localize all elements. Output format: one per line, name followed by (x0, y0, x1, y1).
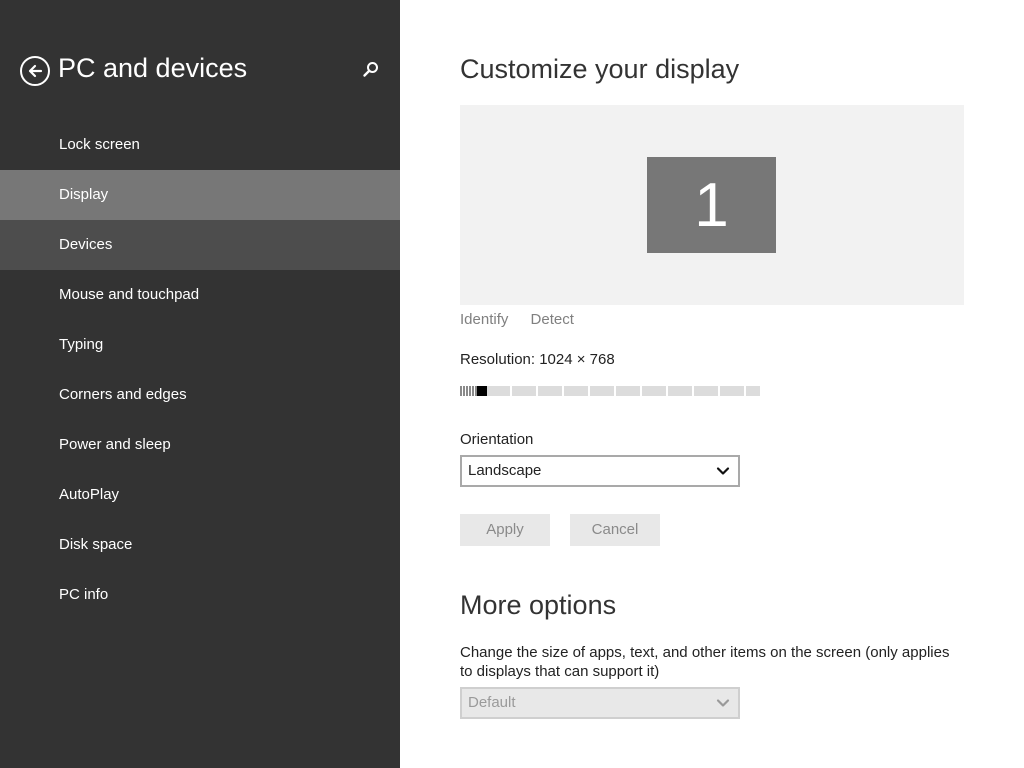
display-links: Identify Detect (460, 311, 592, 328)
orientation-label: Orientation (460, 431, 534, 448)
sidebar-title: PC and devices (58, 53, 248, 83)
scale-dropdown[interactable]: Default (460, 687, 740, 719)
sidebar-item-label: Display (59, 186, 109, 203)
sidebar-item-lock-screen[interactable]: Lock screen (0, 120, 400, 170)
scale-value: Default (468, 694, 516, 711)
sidebar-item-disk-space[interactable]: Disk space (0, 520, 400, 570)
monitor-tile[interactable]: 1 (647, 157, 776, 253)
slider-thumb[interactable] (477, 386, 487, 396)
sidebar-item-mouse-and-touchpad[interactable]: Mouse and touchpad (0, 270, 400, 320)
sidebar-item-display[interactable]: Display (0, 170, 400, 220)
sidebar-item-label: Typing (59, 336, 104, 353)
sidebar-item-label: Devices (59, 236, 113, 253)
sidebar-item-label: Lock screen (59, 136, 140, 153)
chevron-down-icon (716, 699, 730, 707)
search-icon[interactable] (361, 60, 381, 80)
sidebar-item-devices[interactable]: Devices (0, 220, 400, 270)
sidebar-item-label: Power and sleep (59, 436, 171, 453)
sidebar-item-corners-and-edges[interactable]: Corners and edges (0, 370, 400, 420)
sidebar-item-label: Mouse and touchpad (59, 286, 200, 303)
chevron-down-icon (716, 467, 730, 475)
resolution-label: Resolution: 1024 × 768 (460, 351, 615, 368)
orientation-value: Landscape (468, 462, 542, 479)
detect-link[interactable]: Detect (531, 311, 574, 328)
sidebar: PC and devices Lock screen Display Devic… (0, 0, 400, 768)
sidebar-item-pc-info[interactable]: PC info (0, 570, 400, 620)
cancel-button[interactable]: Cancel (570, 514, 660, 546)
more-options-heading: More options (460, 590, 617, 620)
sidebar-item-label: Corners and edges (59, 386, 187, 403)
sidebar-item-label: PC info (59, 586, 109, 603)
back-arrow-icon[interactable] (20, 56, 50, 86)
apply-button[interactable]: Apply (460, 514, 550, 546)
resolution-slider[interactable] (460, 386, 760, 396)
sidebar-item-label: Disk space (59, 536, 133, 553)
orientation-dropdown[interactable]: Landscape (460, 455, 740, 487)
sidebar-item-label: AutoPlay (59, 486, 120, 503)
sidebar-item-power-and-sleep[interactable]: Power and sleep (0, 420, 400, 470)
identify-link[interactable]: Identify (460, 311, 508, 328)
slider-fill (460, 386, 477, 396)
settings-app: PC and devices Lock screen Display Devic… (0, 0, 1024, 768)
display-arrangement-area[interactable]: 1 (460, 105, 964, 305)
sidebar-item-autoplay[interactable]: AutoPlay (0, 470, 400, 520)
main-content: Customize your display 1 Identify Detect… (400, 0, 1024, 768)
scale-description: Change the size of apps, text, and other… (460, 644, 950, 680)
sidebar-nav: Lock screen Display Devices Mouse and to… (0, 120, 400, 620)
page-title: Customize your display (460, 54, 740, 84)
sidebar-item-typing[interactable]: Typing (0, 320, 400, 370)
slider-track (460, 386, 760, 396)
